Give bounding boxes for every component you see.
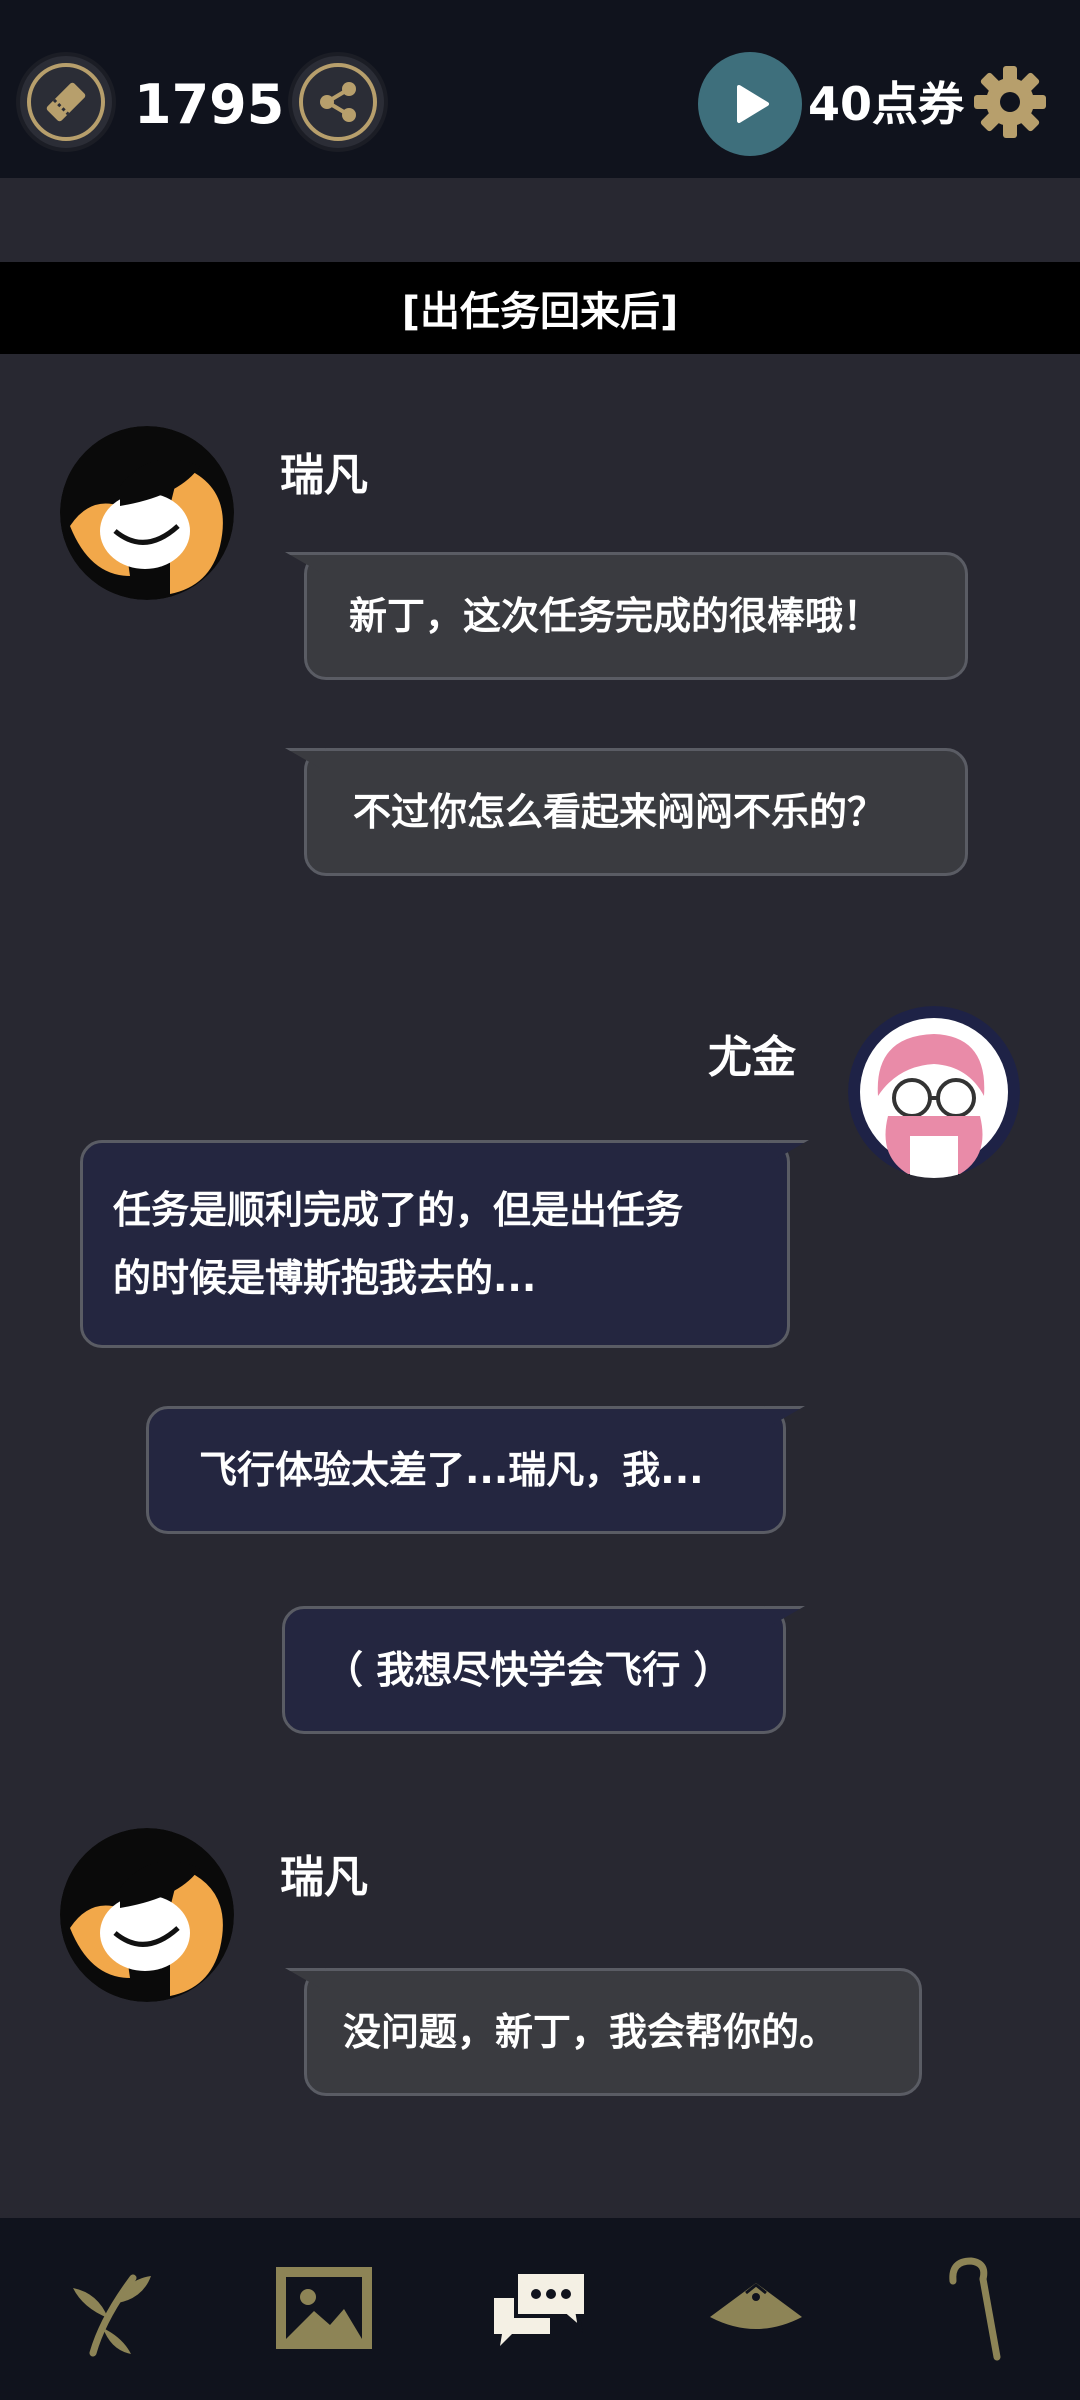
share-button[interactable] [288, 52, 388, 152]
ticket-button[interactable] [16, 52, 116, 152]
avatar-ruifan [60, 426, 234, 600]
ticket-icon [46, 82, 86, 122]
dialogue-bubble: 飞行体验太差了...瑞凡，我... [146, 1406, 786, 1534]
avatar-eugene [848, 1006, 1020, 1178]
voucher-label: 40点券 [808, 77, 965, 131]
top-bar: 1795 40点券 [0, 0, 1080, 178]
scene-banner: [出任务回来后] [0, 262, 1080, 354]
bottom-nav [0, 2218, 1080, 2400]
dialogue-bubble: 新丁，这次任务完成的很棒哦！ [304, 552, 968, 680]
speaker-name: 瑞凡 [280, 1852, 368, 1903]
chat-icon [494, 2270, 588, 2346]
ticket-count: 1795 [134, 73, 285, 136]
dialogue-bubble: 不过你怎么看起来闷闷不乐的？ [304, 748, 968, 876]
nav-chat[interactable] [480, 2248, 600, 2368]
speaker-name: 瑞凡 [280, 450, 368, 501]
hat-icon [710, 2283, 802, 2329]
dialogue-text: 任务是顺利完成了的，但是出任务 [113, 1188, 684, 1232]
speaker-name: 尤金 [708, 1032, 796, 1083]
dialogue-bubble: 没问题，新丁，我会帮你的。 [304, 1968, 922, 2096]
avatar-ruifan [60, 1828, 234, 2002]
gear-icon[interactable] [972, 64, 1048, 140]
gallery-icon [276, 2267, 372, 2349]
nav-hat[interactable] [696, 2248, 816, 2368]
dialogue-text: 飞行体验太差了...瑞凡，我... [199, 1448, 704, 1492]
share-icon [320, 82, 356, 122]
dialogue-bubble: 任务是顺利完成了的，但是出任务 的时候是博斯抱我去的... [80, 1140, 790, 1348]
branch-icon [73, 2274, 151, 2357]
nav-gallery[interactable] [264, 2248, 384, 2368]
dialogue-text: 的时候是博斯抱我去的... [113, 1256, 537, 1300]
dialogue-text: 没问题，新丁，我会帮你的。 [343, 2010, 838, 2054]
nav-branch[interactable] [48, 2248, 168, 2368]
nav-cane[interactable] [912, 2248, 1032, 2368]
watch-ad-button[interactable] [698, 52, 802, 156]
dialogue-text: 不过你怎么看起来闷闷不乐的？ [353, 790, 886, 834]
play-icon [737, 85, 769, 123]
dialogue-text: 新丁，这次任务完成的很棒哦！ [349, 594, 882, 638]
cane-icon [949, 2257, 1001, 2361]
dialogue-bubble: （ 我想尽快学会飞行 ） [282, 1606, 786, 1734]
dialogue-text: （ 我想尽快学会飞行 ） [325, 1648, 732, 1692]
